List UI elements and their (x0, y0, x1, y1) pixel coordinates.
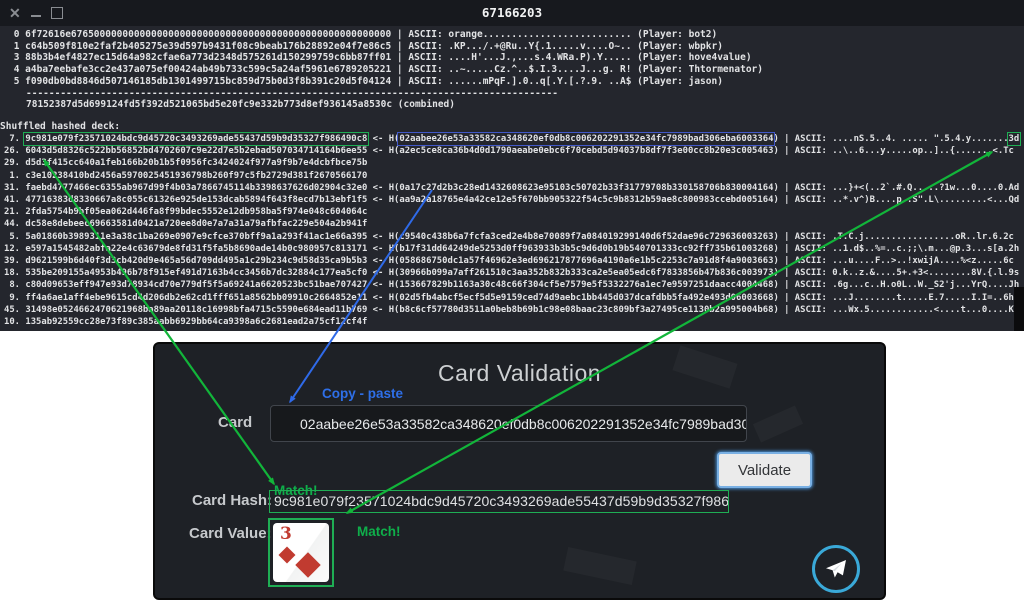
combined-hash-line: 78152387d5d699124fd5f392d521065bd5e20fc9… (8, 99, 1024, 111)
playing-card-3-of-diamonds: 3 (273, 523, 329, 582)
decor-shape (563, 547, 636, 585)
deck-hash-line: 21. 2fda5754b9bf05ea062d446fa8f99bdec555… (4, 206, 1024, 218)
scrollbar-thumb[interactable] (1014, 287, 1024, 331)
card-rank: 3 (280, 524, 292, 544)
player-hash-line: 4 a4ba7eebafe3cc2e437a075ef00424ab49b733… (8, 64, 1024, 76)
deck-hash-line: 12. e597a1545482abfa22e4c63679de8fd31f5f… (4, 243, 1024, 255)
copy-paste-label: Copy - paste (322, 386, 403, 401)
card-field-label: Card (218, 414, 252, 431)
card-value-box: 3 (268, 518, 334, 587)
deck-hash-line: 1. c3e10238410bd2456a5970025451936798b26… (4, 170, 1024, 182)
deck-hash-line: 5. 5a01860b3989311e3a38c1ba269e0907e9cfc… (4, 231, 1024, 243)
deck-hash-line: 39. d9621599b6d40f3d3cb420d9e465a56d709d… (4, 255, 1024, 267)
player-hash-line: 5 f090db0bd8846d507146185db1301499715bc8… (8, 76, 1024, 88)
terminal-titlebar: ✕ 67166203 (0, 0, 1024, 26)
deck-hash-line: 26. 6043d5d8326c522bb56852bd4702607c9e22… (4, 145, 1024, 157)
deck-hash-line: 18. 535be209155a4953b496b78f915ef491d716… (4, 267, 1024, 279)
terminal-output: 0 6f72616e676500000000000000000000000000… (0, 26, 1024, 331)
deck-hash-lines: 7. 9c981e079f23571024bdc9d45720c3493269a… (8, 133, 1024, 328)
deck-hash-line: 45. 31498e0524662470621968ba89aa20118c16… (4, 304, 1024, 316)
decor-shape (753, 406, 803, 443)
match-label-card: Match! (357, 524, 401, 539)
validate-button[interactable]: Validate (717, 452, 812, 488)
combined-label: (combined) (398, 99, 455, 110)
deck-hash-line: 8. c80d09653eff947e93d78934cd70e779df5f5… (4, 279, 1024, 291)
screenshot-stage: ✕ 67166203 0 6f72616e6765000000000000000… (0, 0, 1024, 602)
player-hash-lines: 0 6f72616e676500000000000000000000000000… (8, 29, 1024, 88)
deck-hash-line: 41. 47716383d8330667a8c055c61326e925de15… (4, 194, 1024, 206)
deck-hash-line: 7. 9c981e079f23571024bdc9d45720c3493269a… (4, 133, 1024, 145)
combined-hash: 78152387d5d699124fd5f392d521065bd5e20fc9… (26, 99, 392, 110)
separator-line: ----------------------------------------… (8, 88, 1024, 100)
deck-hash-line: 9. ff4a6ae1aff4ebe9615cd4d206db2e62cd1ff… (4, 292, 1024, 304)
terminal-window: ✕ 67166203 0 6f72616e6765000000000000000… (0, 0, 1024, 331)
deck-hash-line: 10. 135ab92559cc28e73f89c385aabb6929bb64… (4, 316, 1024, 328)
card-value-label: Card Value: (189, 525, 272, 542)
diamond-icon (279, 547, 296, 564)
deck-header: Shuffled hashed deck: (0, 121, 1024, 133)
card-hash-value: 9c981e079f23571024bdc9d45720c3493269ade5… (269, 490, 729, 513)
deck-hash-line: 44. dc58e8debeec69663581d0421a720ee8d0e7… (4, 218, 1024, 230)
paper-plane-icon (824, 557, 848, 581)
window-title: 67166203 (0, 0, 1024, 26)
player-hash-line: 0 6f72616e676500000000000000000000000000… (8, 29, 1024, 41)
diamond-icon (295, 552, 320, 577)
deck-hash-line: 29. d5d3f415cc640a1feb166b20b1b5f0956fc3… (4, 157, 1024, 169)
player-hash-line: 1 c64b509f810e2faf2b405275e39d597b9431f0… (8, 41, 1024, 53)
card-validation-dialog: Card Validation Copy - paste Card Valida… (153, 342, 886, 600)
deck-hash-line: 31. faebd4777466ec6355ab967d99f4b03a7866… (4, 182, 1024, 194)
player-hash-line: 3 88b3b4ef4827ec15d64a982cfae6a773d2348d… (8, 52, 1024, 64)
card-hash-label: Card Hash: (192, 492, 272, 509)
dialog-title: Card Validation (155, 360, 884, 387)
card-input[interactable] (270, 405, 747, 442)
send-button[interactable] (812, 545, 860, 593)
